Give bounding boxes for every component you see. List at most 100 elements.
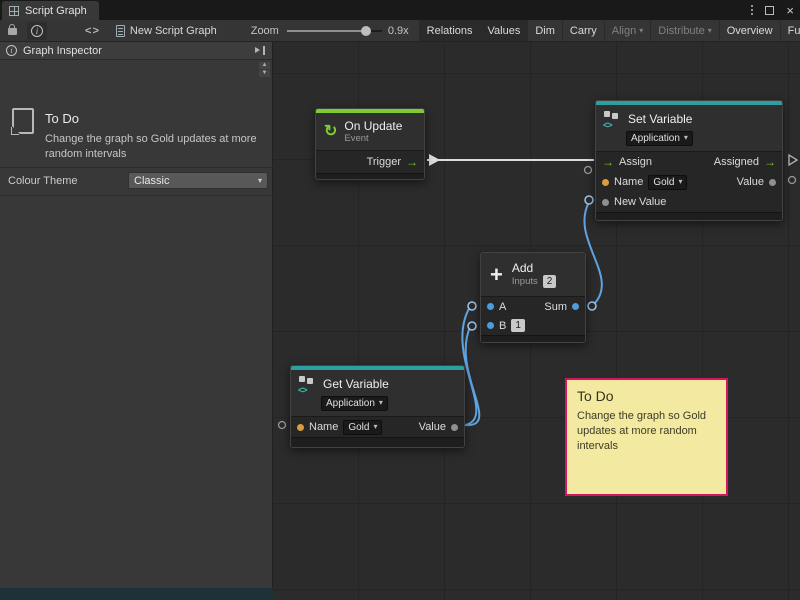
trigger-output-port-icon[interactable]: → bbox=[406, 156, 418, 168]
code-icon[interactable]: < > bbox=[85, 25, 98, 37]
dock-icon[interactable] bbox=[255, 46, 266, 55]
graph-toolbar: i < > New Script Graph Zoom 0.9x Relatio… bbox=[0, 20, 800, 42]
variable-name-dropdown[interactable]: Gold ▾ bbox=[343, 420, 382, 435]
node-body: Trigger → bbox=[316, 151, 424, 173]
add-icon: + bbox=[490, 264, 503, 286]
node-header[interactable]: + Add Inputs 2 bbox=[481, 253, 585, 297]
zoom-slider-handle[interactable] bbox=[361, 26, 371, 36]
chevron-down-icon: ▾ bbox=[258, 177, 262, 185]
inspector-scrollbar[interactable]: ▲ ▼ bbox=[259, 62, 270, 77]
input-a-port[interactable] bbox=[487, 303, 494, 310]
node-title: Set Variable bbox=[628, 112, 692, 126]
assign-input-port-icon[interactable]: → bbox=[602, 156, 614, 168]
inputs-label: Inputs bbox=[512, 276, 538, 287]
distribute-label: Distribute bbox=[658, 20, 704, 42]
lock-icon[interactable] bbox=[8, 28, 17, 35]
values-button[interactable]: Values bbox=[480, 20, 528, 42]
align-label: Align bbox=[612, 20, 636, 42]
variable-kind-dropdown[interactable]: Application ▾ bbox=[626, 131, 693, 146]
unconnected-port[interactable] bbox=[279, 422, 286, 429]
zoom-slider[interactable] bbox=[287, 25, 382, 37]
node-on-update[interactable]: ↻ On Update Event Trigger → bbox=[315, 108, 425, 180]
window-menu-icon[interactable] bbox=[751, 9, 753, 11]
new-value-port-row: New Value bbox=[596, 192, 782, 212]
maximize-icon[interactable] bbox=[765, 6, 774, 15]
name-input-port[interactable] bbox=[297, 424, 304, 431]
tab-script-graph[interactable]: Script Graph bbox=[2, 1, 99, 20]
chevron-down-icon: ▾ bbox=[684, 134, 688, 142]
colour-theme-dropdown[interactable]: Classic ▾ bbox=[128, 172, 268, 189]
input-a-row: A Sum bbox=[481, 297, 585, 316]
divider bbox=[0, 167, 273, 168]
new-value-input-port[interactable] bbox=[602, 199, 609, 206]
value-wire bbox=[465, 327, 479, 425]
inspector-note-body: Change the graph so Gold updates at more… bbox=[45, 132, 263, 163]
node-footer bbox=[481, 335, 585, 342]
assigned-output-port-icon[interactable]: → bbox=[764, 156, 776, 168]
value-output-port[interactable] bbox=[769, 179, 776, 186]
graph-inspector-title: Graph Inspector bbox=[23, 45, 102, 57]
inspector-note-title: To Do bbox=[45, 111, 79, 126]
wire-endpoint-port[interactable] bbox=[468, 302, 476, 310]
node-footer bbox=[291, 437, 464, 447]
zoom-label: Zoom bbox=[251, 25, 279, 37]
new-value-label: New Value bbox=[614, 196, 666, 208]
node-set-variable[interactable]: <> Set Variable Application ▾ → Assign A… bbox=[595, 100, 783, 221]
distribute-button[interactable]: Distribute▾ bbox=[650, 20, 718, 42]
sum-output-port[interactable] bbox=[572, 303, 579, 310]
new-script-graph-button[interactable]: New Script Graph bbox=[130, 25, 217, 37]
inspector-toggle-button[interactable]: i bbox=[27, 22, 47, 40]
inputs-count-field[interactable]: 2 bbox=[543, 275, 557, 288]
node-header[interactable]: ↻ On Update Event bbox=[316, 113, 424, 151]
toolbar-buttons: Relations Values Dim Carry Align▾ Distri… bbox=[419, 20, 800, 42]
relations-button[interactable]: Relations bbox=[419, 20, 480, 42]
dim-button[interactable]: Dim bbox=[527, 20, 562, 42]
node-title-block: Add Inputs 2 bbox=[512, 261, 556, 288]
node-header[interactable]: <> Get Variable Application ▾ bbox=[291, 370, 464, 417]
node-get-variable[interactable]: <> Get Variable Application ▾ Name Gold bbox=[290, 365, 465, 448]
sticky-note-title: To Do bbox=[577, 388, 716, 404]
divider bbox=[0, 195, 273, 196]
input-b-port[interactable] bbox=[487, 322, 494, 329]
align-button[interactable]: Align▾ bbox=[604, 20, 650, 42]
fullscreen-label: Full Screen bbox=[788, 20, 800, 42]
graph-canvas[interactable]: ↻ On Update Event Trigger → bbox=[273, 42, 800, 600]
variable-name-dropdown[interactable]: Gold ▾ bbox=[648, 175, 687, 190]
name-input-port[interactable] bbox=[602, 179, 609, 186]
node-body: → Assign Assigned → Name Gold ▾ Value bbox=[596, 152, 782, 212]
zoom-value: 0.9x bbox=[388, 25, 409, 37]
colour-theme-value: Classic bbox=[134, 175, 169, 187]
variable-kind-dropdown[interactable]: Application ▾ bbox=[321, 396, 388, 411]
wire-endpoint-port[interactable] bbox=[588, 302, 596, 310]
node-footer bbox=[596, 212, 782, 220]
input-b-value-field[interactable]: 1 bbox=[511, 319, 525, 332]
assigned-exec-port[interactable] bbox=[789, 155, 797, 165]
fullscreen-button[interactable]: Full Screen bbox=[780, 20, 800, 42]
node-body: A Sum B 1 bbox=[481, 297, 585, 335]
scroll-down-icon[interactable]: ▼ bbox=[259, 70, 270, 77]
close-icon[interactable]: × bbox=[786, 4, 794, 17]
value-output-port[interactable] bbox=[789, 177, 796, 184]
relations-label: Relations bbox=[427, 20, 473, 42]
dim-label: Dim bbox=[535, 20, 555, 42]
sticky-note[interactable]: To Do Change the graph so Gold updates a… bbox=[565, 378, 728, 496]
unity-visual-scripting-window: Script Graph × i < > New Script Graph Zo… bbox=[0, 0, 800, 600]
carry-button[interactable]: Carry bbox=[562, 20, 604, 42]
wire-endpoint-port[interactable] bbox=[585, 196, 593, 204]
info-icon: i bbox=[31, 25, 43, 37]
scroll-up-icon[interactable]: ▲ bbox=[259, 62, 270, 69]
unconnected-port[interactable] bbox=[585, 167, 592, 174]
node-title: Get Variable bbox=[323, 377, 389, 391]
value-output-port[interactable] bbox=[451, 424, 458, 431]
script-graph-icon bbox=[9, 6, 19, 16]
overview-label: Overview bbox=[727, 20, 773, 42]
variable-name-value: Gold bbox=[653, 177, 674, 188]
overview-button[interactable]: Overview bbox=[719, 20, 780, 42]
input-b-row: B 1 bbox=[481, 316, 585, 335]
name-label: Name bbox=[614, 176, 643, 188]
chevron-down-icon: ▾ bbox=[678, 178, 682, 186]
new-graph-icon bbox=[116, 25, 125, 37]
node-header[interactable]: <> Set Variable Application ▾ bbox=[596, 105, 782, 152]
wire-endpoint-port[interactable] bbox=[468, 322, 476, 330]
node-add[interactable]: + Add Inputs 2 A Sum bbox=[480, 252, 586, 343]
